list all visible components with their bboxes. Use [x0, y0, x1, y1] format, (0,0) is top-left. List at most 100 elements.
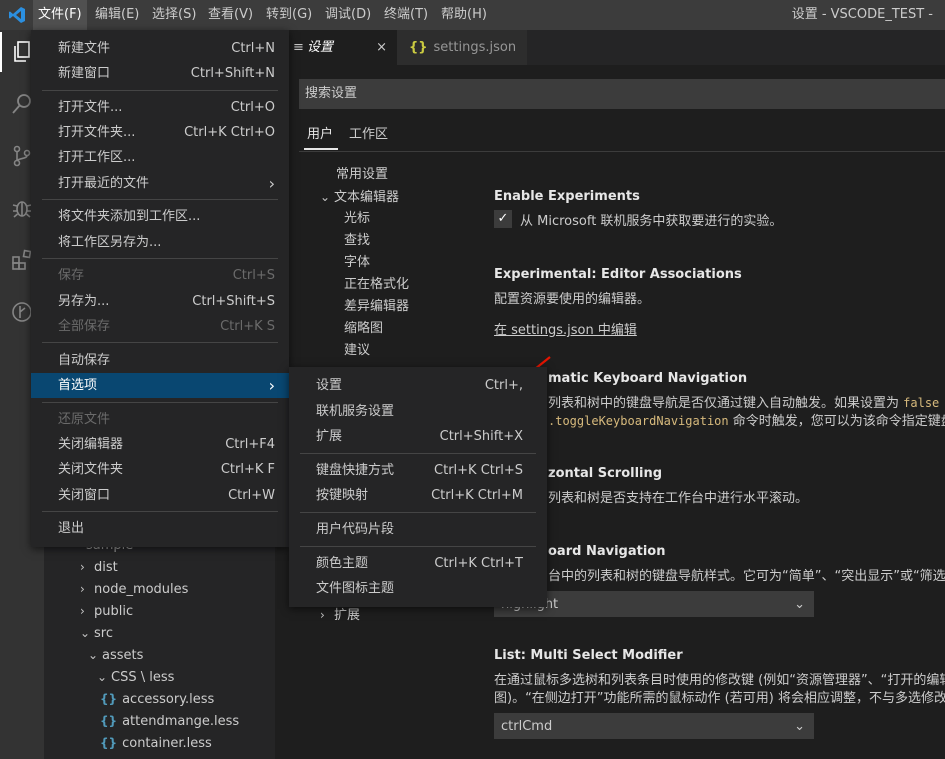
- menu-item-new-window[interactable]: 新建窗口 Ctrl+Shift+N: [31, 61, 289, 86]
- toc-item-font[interactable]: 字体: [344, 252, 370, 274]
- toc-item-diff-editor[interactable]: 差异编辑器: [344, 296, 409, 318]
- tab-settings-json[interactable]: {} settings.json: [397, 30, 527, 65]
- setting-description: 图)。“在侧边打开”功能所需的鼠标动作 (若可用) 将会相应调整，不与多选修改键: [494, 691, 945, 706]
- menu-item-settings[interactable]: 设置 Ctrl+,: [289, 373, 547, 398]
- tab-settings[interactable]: ≡ 设置 ×: [285, 30, 397, 65]
- tree-item-container[interactable]: {} container.less: [100, 732, 212, 754]
- setting-description: 在通过鼠标多选树和列表条目时使用的修改键 (例如“资源管理器”、“打开的编辑: [494, 673, 945, 688]
- less-file-icon: {}: [100, 736, 118, 750]
- setting-title: Enable Experiments: [494, 189, 640, 204]
- menu-item-new-file[interactable]: 新建文件 Ctrl+N: [31, 36, 289, 61]
- close-icon[interactable]: ×: [376, 30, 387, 65]
- tree-label: accessory.less: [122, 692, 215, 707]
- edit-in-settings-json-link[interactable]: 在 settings.json 中编辑: [494, 319, 637, 338]
- tree-item-accessory[interactable]: {} accessory.less: [100, 688, 214, 710]
- chevron-right-icon: ›: [80, 582, 85, 596]
- chevron-right-icon: ›: [268, 174, 275, 193]
- menu-item-add-folder-to-workspace[interactable]: 将文件夹添加到工作区...: [31, 204, 289, 229]
- menu-item-keymaps[interactable]: 按键映射 Ctrl+K Ctrl+M: [289, 483, 547, 508]
- menu-go[interactable]: 转到(G): [261, 0, 317, 30]
- tree-item-src[interactable]: ⌄ src: [80, 622, 113, 644]
- setting-name: Editor Associations: [601, 267, 742, 282]
- menu-separator: [300, 453, 536, 454]
- toc-item-minimap[interactable]: 缩略图: [344, 318, 383, 340]
- tab-user-scope[interactable]: 用户: [307, 122, 333, 148]
- menu-bar: 文件(F) 编辑(E) 选择(S) 查看(V) 转到(G) 调试(D) 终端(T…: [0, 0, 945, 30]
- setting-name: Multi Select Modifier: [530, 648, 683, 663]
- settings-tab-icon: ≡: [293, 40, 304, 55]
- code-value: .toggleKeyboardNavigation: [548, 414, 729, 428]
- active-scope-underline: [304, 148, 338, 150]
- menu-debug[interactable]: 调试(D): [320, 0, 376, 30]
- menu-item-exit[interactable]: 退出: [31, 516, 289, 541]
- chevron-down-icon: ⌄: [794, 719, 805, 734]
- menu-item-close-window[interactable]: 关闭窗口 Ctrl+W: [31, 483, 289, 508]
- toc-item-common[interactable]: 常用设置: [336, 164, 388, 186]
- json-file-icon: {}: [409, 40, 428, 55]
- toc-item-cursor[interactable]: 光标: [344, 208, 370, 230]
- menu-item-open-file[interactable]: 打开文件... Ctrl+O: [31, 95, 289, 120]
- tree-item-public[interactable]: › public: [80, 600, 133, 622]
- menu-item-file-icon-theme[interactable]: 文件图标主题: [289, 576, 547, 601]
- menu-item-close-editor[interactable]: 关闭编辑器 Ctrl+F4: [31, 432, 289, 457]
- vscode-logo-icon: [8, 6, 26, 24]
- menu-separator: [42, 342, 278, 343]
- tree-label: container.less: [122, 736, 212, 751]
- setting-title: List: Multi Select Modifier: [494, 648, 683, 663]
- setting-title: oard Navigation: [548, 544, 666, 559]
- tree-item-assets[interactable]: ⌄ assets: [88, 644, 143, 666]
- toc-item-text-editor[interactable]: ⌄ 文本编辑器: [320, 186, 399, 208]
- menu-file[interactable]: 文件(F): [33, 0, 87, 30]
- menu-item-preferences[interactable]: 首选项 ›: [31, 373, 289, 398]
- menu-separator: [42, 199, 278, 200]
- enable-experiments-checkbox[interactable]: ✓: [494, 210, 512, 228]
- tree-label: src: [94, 626, 113, 641]
- menu-item-close-folder[interactable]: 关闭文件夹 Ctrl+K F: [31, 457, 289, 482]
- setting-category: Experimental:: [494, 267, 602, 282]
- menu-item-keyboard-shortcuts[interactable]: 键盘快捷方式 Ctrl+K Ctrl+S: [289, 458, 547, 483]
- tree-item-dist[interactable]: › dist: [80, 556, 118, 578]
- setting-category: List:: [494, 648, 531, 663]
- menu-item-open-folder[interactable]: 打开文件夹... Ctrl+K Ctrl+O: [31, 120, 289, 145]
- menu-separator: [300, 546, 536, 547]
- menu-item-color-theme[interactable]: 颜色主题 Ctrl+K Ctrl+T: [289, 551, 547, 576]
- tree-item-node-modules[interactable]: › node_modules: [80, 578, 188, 600]
- menu-item-save-workspace-as[interactable]: 将工作区另存为...: [31, 230, 289, 255]
- multi-select-modifier-select[interactable]: ctrlCmd ⌄: [494, 713, 814, 739]
- menu-item-online-services[interactable]: 联机服务设置: [289, 399, 547, 424]
- menu-edit[interactable]: 编辑(E): [90, 0, 144, 30]
- tree-item-css-less[interactable]: ⌄ CSS \ less: [97, 666, 174, 688]
- tree-label: node_modules: [94, 582, 189, 597]
- settings-search-input[interactable]: 搜索设置: [299, 79, 945, 109]
- chevron-down-icon: ⌄: [88, 648, 99, 662]
- menu-item-extensions[interactable]: 扩展 Ctrl+Shift+X: [289, 424, 547, 449]
- tree-label: public: [94, 604, 134, 619]
- menu-item-auto-save[interactable]: 自动保存: [31, 348, 289, 373]
- setting-title: zontal Scrolling: [548, 466, 663, 481]
- toc-item-suggestions[interactable]: 建议: [344, 340, 370, 362]
- menu-view[interactable]: 查看(V): [203, 0, 258, 30]
- tree-label: CSS \ less: [111, 670, 175, 685]
- tree-label: assets: [102, 648, 144, 663]
- menu-item-open-workspace[interactable]: 打开工作区...: [31, 145, 289, 170]
- menu-help[interactable]: 帮助(H): [436, 0, 492, 30]
- tree-label: dist: [94, 560, 118, 575]
- tree-item-attendmange[interactable]: {} attendmange.less: [100, 710, 239, 732]
- menu-item-open-recent[interactable]: 打开最近的文件 ›: [31, 171, 289, 196]
- menu-item-user-snippets[interactable]: 用户代码片段: [289, 517, 547, 542]
- menu-selection[interactable]: 选择(S): [147, 0, 201, 30]
- less-file-icon: {}: [100, 692, 118, 706]
- divider: [299, 151, 945, 152]
- setting-title: matic Keyboard Navigation: [548, 371, 748, 386]
- menu-item-save-as[interactable]: 另存为... Ctrl+Shift+S: [31, 289, 289, 314]
- toc-item-formatting[interactable]: 正在格式化: [344, 274, 409, 296]
- toc-item-extensions[interactable]: › 扩展: [320, 604, 360, 626]
- menu-terminal[interactable]: 终端(T): [379, 0, 433, 30]
- tab-workspace-scope[interactable]: 工作区: [349, 122, 388, 148]
- setting-description: 列表和树中的键盘导航是否仅通过键入自动触发。如果设置为 false: [548, 392, 939, 411]
- menu-separator: [42, 258, 278, 259]
- setting-description: 从 Microsoft 联机服务中获取要进行的实验。: [520, 214, 783, 229]
- toc-item-find[interactable]: 查找: [344, 230, 370, 252]
- menu-item-revert-file: 还原文件: [58, 412, 111, 427]
- chevron-down-icon: ⌄: [794, 597, 805, 612]
